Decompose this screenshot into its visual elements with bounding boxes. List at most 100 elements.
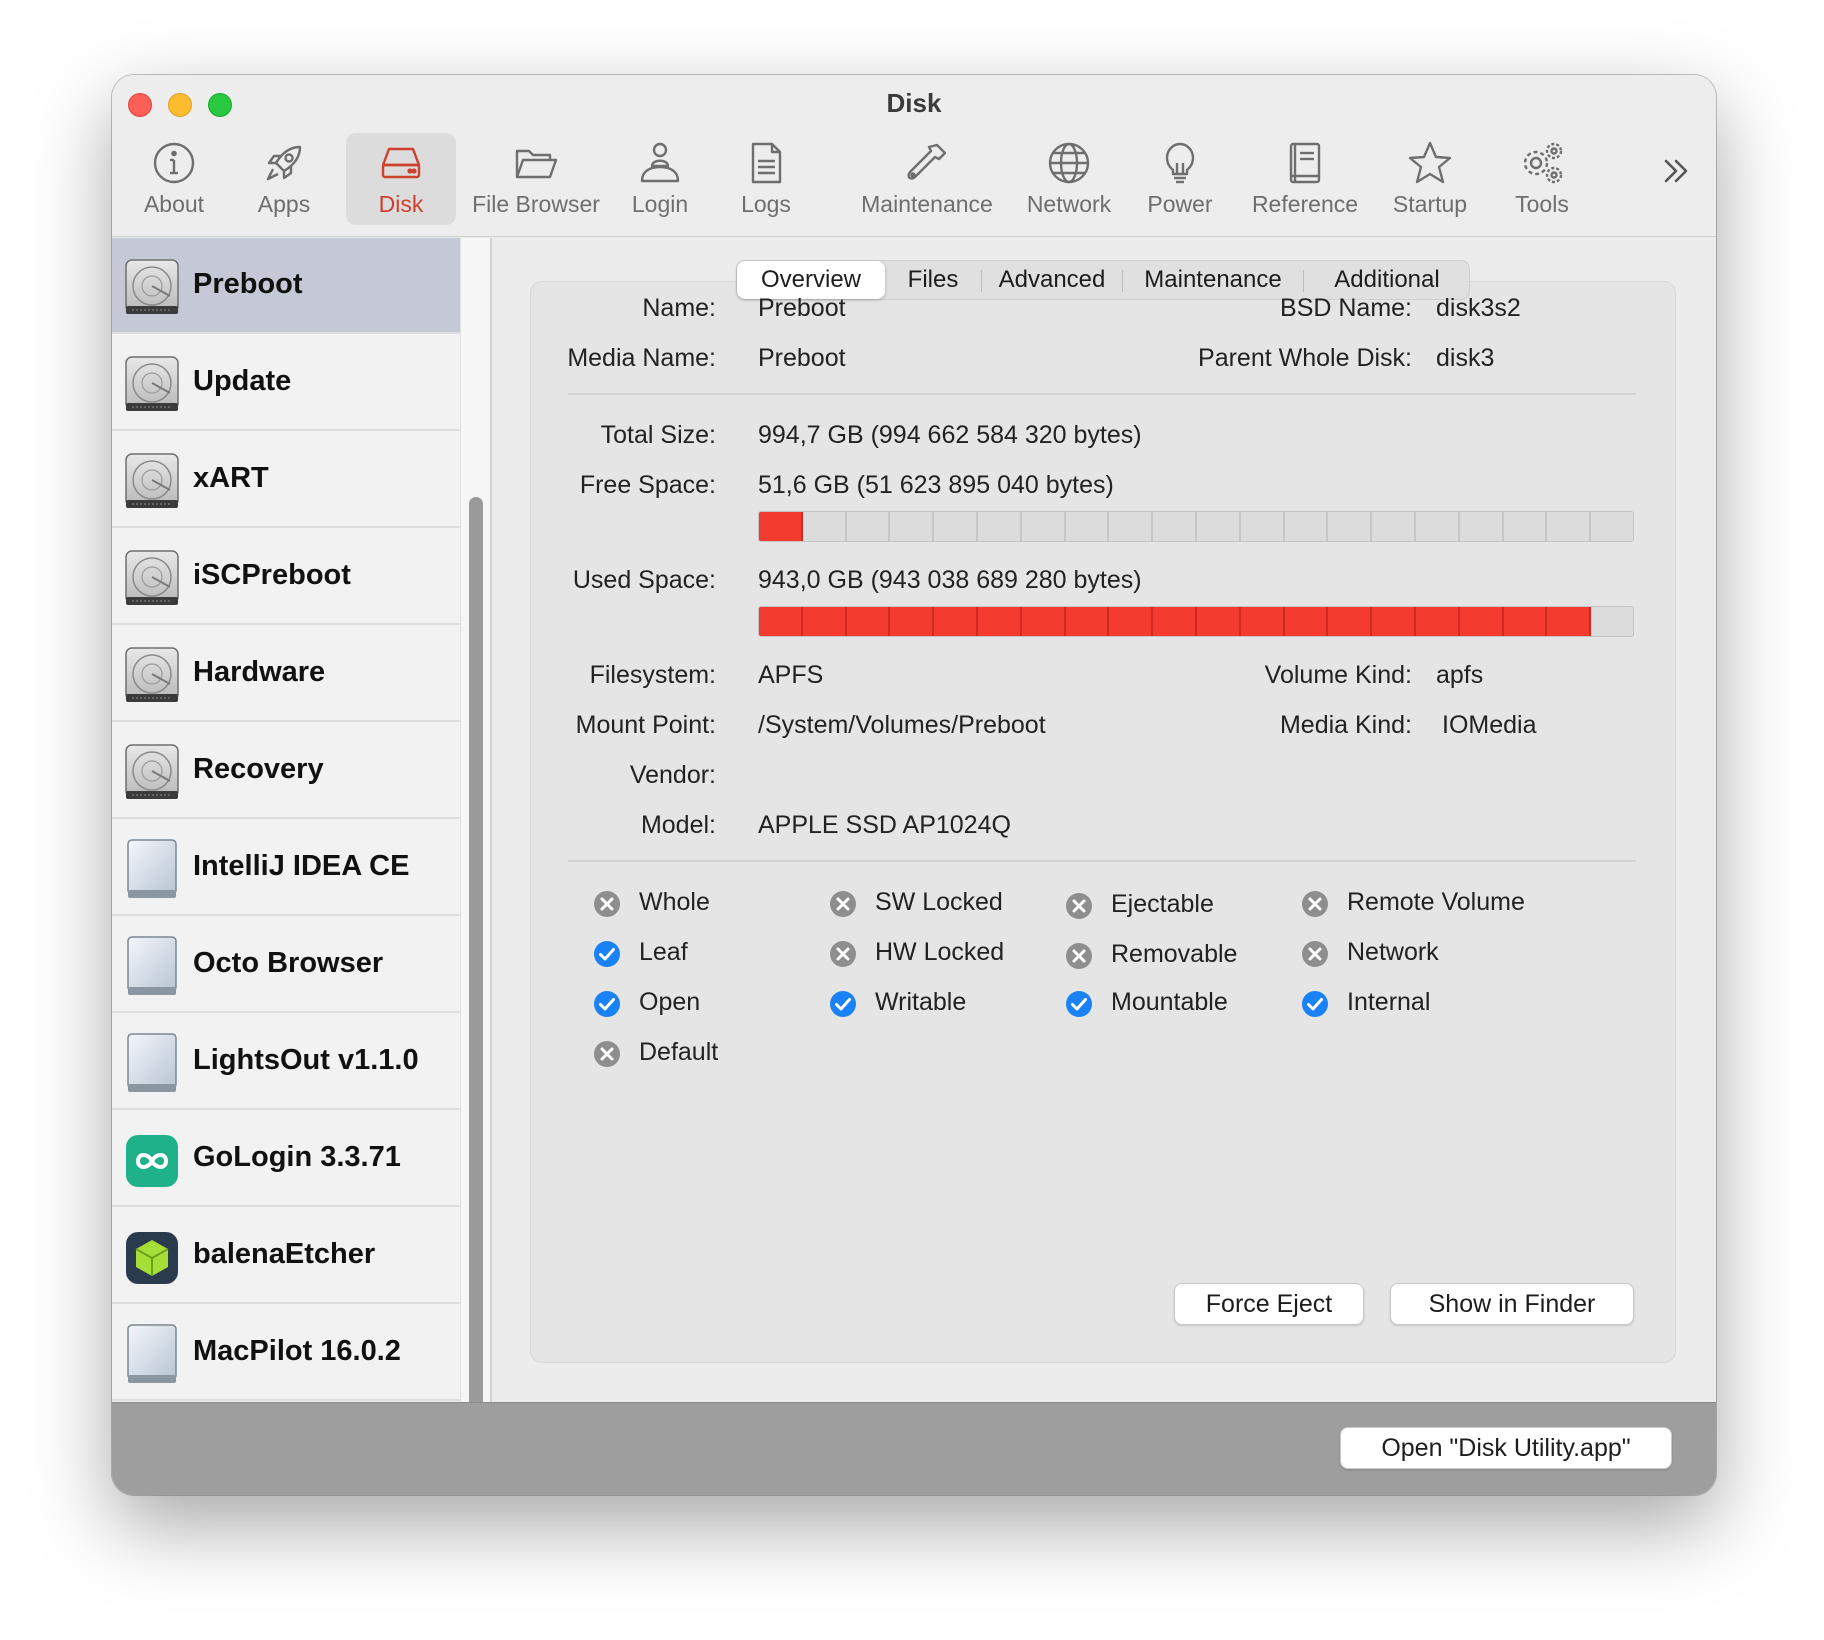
bsd-name-label: BSD Name: [1280,294,1412,322]
flag-label: Writable [875,988,967,1016]
split-divider[interactable] [490,238,492,1402]
sidebar-item-lightsout-v1-1-0[interactable]: LightsOut v1.1.0 [112,1014,460,1110]
vendor-label: Vendor: [629,761,716,789]
total-size-label: Total Size: [600,421,716,449]
total-size-value: 994,7 GB (994 662 584 320 bytes) [758,421,1142,449]
parent-disk-label: Parent Whole Disk: [1198,344,1412,372]
toolbar-label: About [143,191,205,217]
sidebar-item-macpilot-16-0-2[interactable]: MacPilot 16.0.2 [112,1305,460,1401]
window-title: Disk [886,88,942,118]
app-window: Disk About Apps Disk File Browser Login … [112,75,1716,1495]
bar-segment [1459,512,1504,541]
external-volume-icon [124,1323,180,1385]
bar-segment [1415,607,1460,636]
external-volume-icon [124,935,180,997]
toolbar-item-power[interactable]: Power [1132,133,1228,225]
sidebar-item-label: Update [193,365,292,397]
flag-label: Mountable [1111,988,1228,1016]
toolbar-label: Disk [378,191,424,217]
user-icon [636,139,684,187]
toolbar-item-maintenance[interactable]: Maintenance [854,133,1000,225]
chevron-double-right-icon[interactable] [1656,151,1696,191]
toolbar-label: Tools [1515,191,1569,217]
toolbar-label: Apps [257,191,311,217]
bar-segment [1547,512,1592,541]
bar-segment [846,512,891,541]
disk-icon [377,139,425,187]
bar-segment [1591,607,1633,636]
bar-segment [802,512,847,541]
sidebar-item-octo-browser[interactable]: Octo Browser [112,917,460,1013]
globe-icon [1045,139,1093,187]
divider [568,860,1636,862]
toolbar-item-network[interactable]: Network [1020,133,1118,225]
log-document-icon [742,139,790,187]
hard-drive-icon [124,741,180,803]
x-mark-icon [1300,939,1330,969]
sidebar-item-label: xART [193,462,269,494]
bar-segment [1415,512,1460,541]
toolbar-item-tools[interactable]: Tools [1494,133,1590,225]
mount-point-value: /System/Volumes/Preboot [758,711,1046,739]
gears-icon [1518,139,1566,187]
name-value: Preboot [758,294,846,322]
flag-label: Whole [639,888,710,916]
used-space-label: Used Space: [572,566,716,594]
sidebar-item-update[interactable]: Update [112,335,460,431]
tab-advanced[interactable]: Advanced [982,261,1122,299]
open-disk-utility-button[interactable]: Open "Disk Utility.app" [1340,1427,1672,1469]
book-icon [1281,139,1329,187]
volume-kind-value: apfs [1436,661,1484,689]
x-mark-icon [1064,941,1094,971]
mount-point-label: Mount Point: [575,711,716,739]
bar-segment [890,512,935,541]
x-mark-icon [828,939,858,969]
flag-label: Internal [1347,988,1431,1016]
tab-maintenance[interactable]: Maintenance [1123,261,1303,299]
bar-segment [1372,512,1416,541]
sidebar-scrollbar[interactable] [469,497,483,1469]
bar-segment [759,607,803,636]
external-volume-icon [124,838,180,900]
info-icon [150,139,198,187]
flag-label: Default [639,1038,719,1066]
toolbar-label: Network [1026,191,1112,217]
bar-segment [1153,512,1197,541]
sidebar-item-hardware[interactable]: Hardware [112,626,460,722]
checkmark-icon [1300,989,1330,1019]
bar-segment [934,512,978,541]
flag-label: Ejectable [1111,890,1214,918]
show-in-finder-button[interactable]: Show in Finder [1390,1283,1634,1325]
free-space-value: 51,6 GB (51 623 895 040 bytes) [758,471,1114,499]
sidebar-item-xart[interactable]: xART [112,432,460,528]
flag-label: Open [639,988,701,1016]
toolbar-item-reference[interactable]: Reference [1240,133,1370,225]
toolbar-item-startup[interactable]: Startup [1378,133,1482,225]
toolbar-item-file-browser[interactable]: File Browser [468,133,604,225]
star-icon [1406,139,1454,187]
sidebar-item-gologin-3-3-71[interactable]: GoLogin 3.3.71 [112,1111,460,1207]
toolbar-item-about[interactable]: About [122,133,226,225]
sidebar-item-label: GoLogin 3.3.71 [193,1141,401,1173]
toolbar-item-disk[interactable]: Disk [346,133,456,225]
toolbar-item-logs[interactable]: Logs [718,133,814,225]
toolbar-item-login[interactable]: Login [612,133,708,225]
toolbar-item-apps[interactable]: Apps [236,133,332,225]
checkmark-icon [592,989,622,1019]
flag-label: HW Locked [875,938,1005,966]
model-value: APPLE SSD AP1024Q [758,811,1011,839]
bsd-name-value: disk3s2 [1436,294,1521,322]
media-kind-value: IOMedia [1442,711,1537,739]
sidebar-item-preboot[interactable]: Preboot [112,238,460,334]
tab-files[interactable]: Files [885,261,981,299]
toolbar-label: File Browser [472,191,600,217]
rocket-icon [260,139,308,187]
sidebar-item-balenaetcher[interactable]: balenaEtcher [112,1208,460,1304]
bar-segment [1240,512,1285,541]
sidebar-item-iscpreboot[interactable]: iSCPreboot [112,529,460,625]
force-eject-button[interactable]: Force Eject [1174,1283,1364,1325]
sidebar-item-recovery[interactable]: Recovery [112,723,460,819]
bar-segment [1328,512,1373,541]
toolbar-label: Startup [1392,191,1468,217]
sidebar-item-intellij-idea-ce[interactable]: IntelliJ IDEA CE [112,820,460,916]
